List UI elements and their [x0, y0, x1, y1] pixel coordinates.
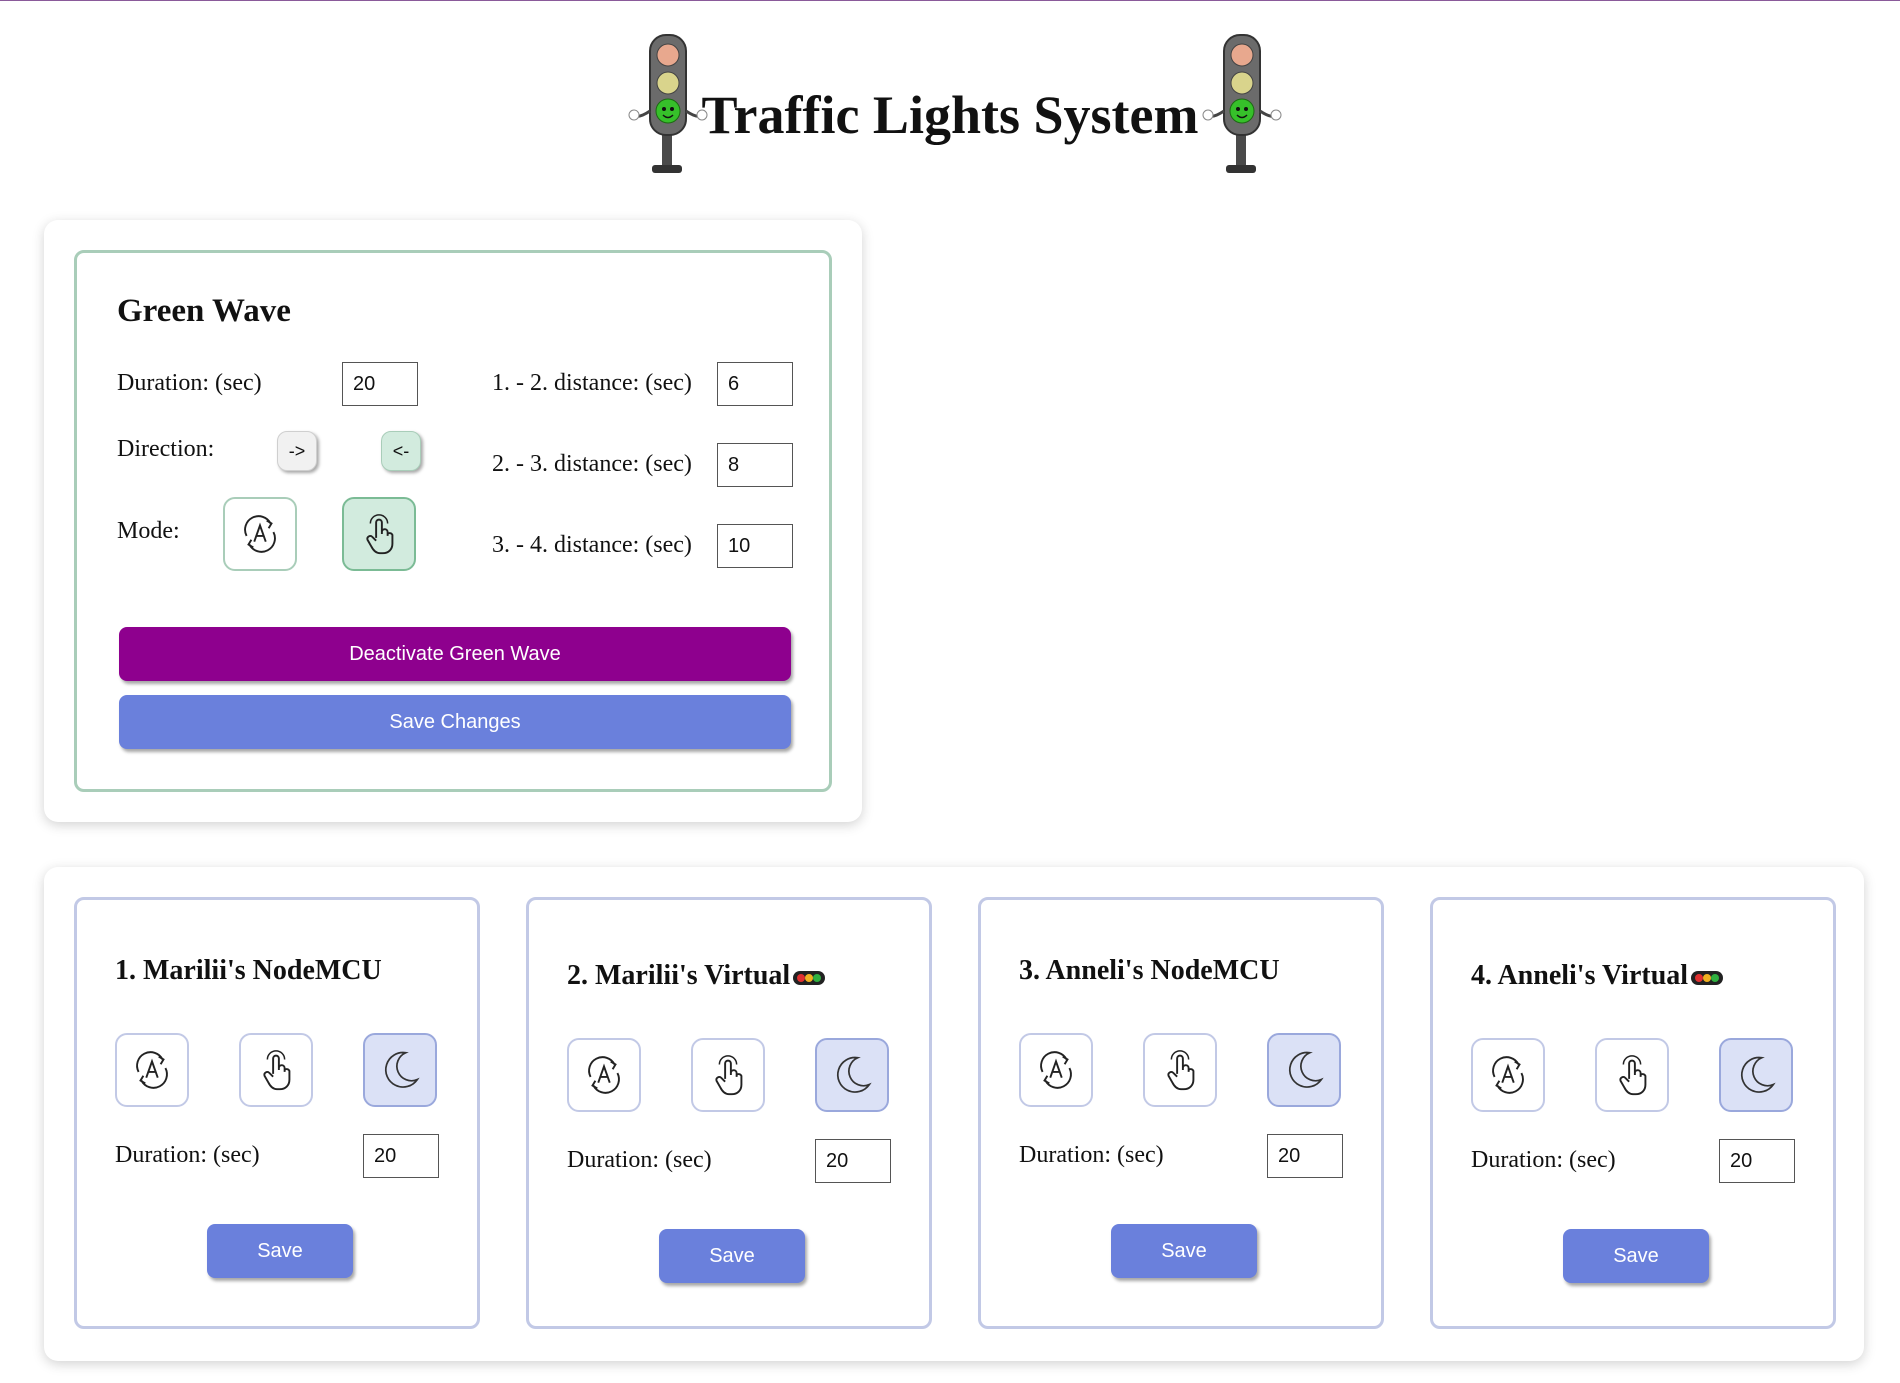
moon-icon [377, 1047, 423, 1093]
node-panel: 2. Marilii's Virtual Duration: (sec) 20 … [526, 897, 932, 1329]
auto-mode-button[interactable] [1471, 1038, 1545, 1112]
node-panel: 3. Anneli's NodeMCU Duration: (sec) 20 S… [978, 897, 1384, 1329]
node-title: 4. Anneli's Virtual [1471, 960, 1724, 992]
night-mode-button[interactable] [1719, 1038, 1793, 1112]
duration-label: Duration: (sec) [117, 370, 262, 396]
auto-mode-button[interactable] [115, 1033, 189, 1107]
green-wave-card: Green Wave Duration: (sec) 20 Direction:… [44, 220, 862, 822]
green-wave-title: Green Wave [117, 293, 291, 329]
manual-mode-button[interactable] [1143, 1033, 1217, 1107]
node-panel: 4. Anneli's Virtual Duration: (sec) 20 S… [1430, 897, 1836, 1329]
auto-mode-button[interactable] [223, 497, 297, 571]
auto-cycle-icon [1033, 1047, 1079, 1093]
night-mode-button[interactable] [1267, 1033, 1341, 1107]
manual-mode-button[interactable] [691, 1038, 765, 1112]
node-panel: 1. Marilii's NodeMCU Duration: (sec) 20 … [74, 897, 480, 1329]
node-duration-input[interactable]: 20 [1719, 1139, 1795, 1183]
mode-label: Mode: [117, 518, 180, 544]
node-duration-input[interactable]: 20 [363, 1134, 439, 1178]
direction-label: Direction: [117, 436, 215, 462]
duration-label: Duration: (sec) [567, 1147, 712, 1173]
traffic-light-emoji-icon [792, 969, 826, 987]
moon-icon [829, 1052, 875, 1098]
node-save-button[interactable]: Save [207, 1224, 353, 1278]
hand-pointer-icon [253, 1047, 299, 1093]
distance-1-2-label: 1. - 2. distance: (sec) [492, 370, 692, 396]
manual-mode-button[interactable] [1595, 1038, 1669, 1112]
duration-label: Duration: (sec) [1019, 1142, 1164, 1168]
manual-mode-button[interactable] [239, 1033, 313, 1107]
green-wave-duration-input[interactable]: 20 [342, 362, 418, 406]
hand-pointer-icon [1609, 1052, 1655, 1098]
node-duration-input[interactable]: 20 [1267, 1134, 1343, 1178]
traffic-light-character-icon [1202, 31, 1282, 181]
page-header: Traffic Lights System [0, 1, 1900, 181]
manual-mode-button[interactable] [342, 497, 416, 571]
node-duration-input[interactable]: 20 [815, 1139, 891, 1183]
auto-cycle-icon [1485, 1052, 1531, 1098]
green-wave-panel: Green Wave Duration: (sec) 20 Direction:… [74, 250, 832, 792]
node-save-button[interactable]: Save [1111, 1224, 1257, 1278]
direction-forward-button[interactable]: -> [277, 431, 317, 471]
deactivate-green-wave-button[interactable]: Deactivate Green Wave [119, 627, 791, 681]
distance-1-2-input[interactable]: 6 [717, 362, 793, 406]
save-changes-button[interactable]: Save Changes [119, 695, 791, 749]
node-save-button[interactable]: Save [1563, 1229, 1709, 1283]
nodes-card: 1. Marilii's NodeMCU Duration: (sec) 20 … [44, 867, 1864, 1361]
hand-pointer-icon [1157, 1047, 1203, 1093]
duration-label: Duration: (sec) [1471, 1147, 1616, 1173]
night-mode-button[interactable] [815, 1038, 889, 1112]
distance-2-3-input[interactable]: 8 [717, 443, 793, 487]
node-title: 1. Marilii's NodeMCU [115, 955, 382, 986]
auto-cycle-icon [237, 511, 283, 557]
hand-pointer-icon [705, 1052, 751, 1098]
moon-icon [1733, 1052, 1779, 1098]
night-mode-button[interactable] [363, 1033, 437, 1107]
node-save-button[interactable]: Save [659, 1229, 805, 1283]
distance-3-4-label: 3. - 4. distance: (sec) [492, 532, 692, 558]
auto-mode-button[interactable] [1019, 1033, 1093, 1107]
hand-pointer-icon [356, 511, 402, 557]
traffic-light-emoji-icon [1690, 969, 1724, 987]
duration-label: Duration: (sec) [115, 1142, 260, 1168]
auto-cycle-icon [581, 1052, 627, 1098]
direction-backward-button[interactable]: <- [381, 431, 421, 471]
node-title: 3. Anneli's NodeMCU [1019, 955, 1280, 986]
page-title: Traffic Lights System [701, 85, 1199, 145]
moon-icon [1281, 1047, 1327, 1093]
distance-3-4-input[interactable]: 10 [717, 524, 793, 568]
node-title: 2. Marilii's Virtual [567, 960, 826, 992]
distance-2-3-label: 2. - 3. distance: (sec) [492, 451, 692, 477]
auto-mode-button[interactable] [567, 1038, 641, 1112]
auto-cycle-icon [129, 1047, 175, 1093]
